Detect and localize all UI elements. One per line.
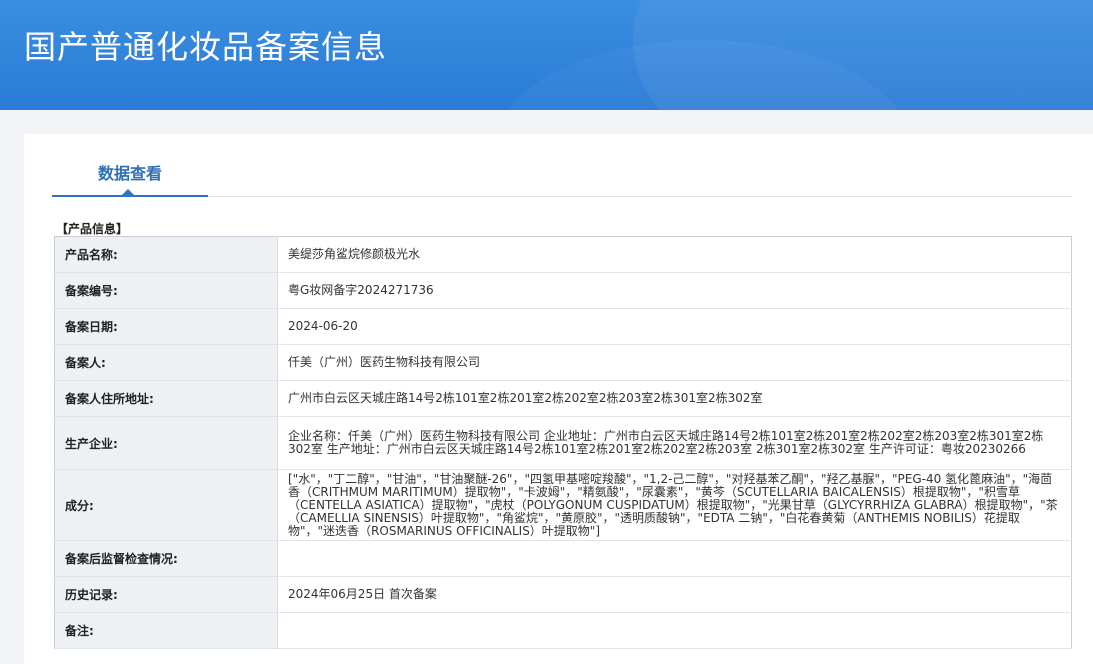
tab-active-underline bbox=[52, 195, 208, 197]
row-value: 企业名称：仟美（广州）医药生物科技有限公司 企业地址：广州市白云区天城庄路14号… bbox=[288, 429, 1044, 456]
row-label: 备注: bbox=[54, 612, 278, 649]
row-value bbox=[278, 613, 1072, 649]
table-row: 备案人: 仟美（广州）医药生物科技有限公司 bbox=[54, 344, 1072, 381]
product-info-table: 产品名称: 美缇莎角鲨烷修颜极光水 备案编号: 粤G妆网备字2024271736… bbox=[54, 236, 1072, 649]
section-title: 【产品信息】 bbox=[56, 222, 129, 236]
row-label: 备案人: bbox=[54, 344, 278, 381]
table-row: 产品名称: 美缇莎角鲨烷修颜极光水 bbox=[54, 236, 1072, 273]
row-label: 生产企业: bbox=[54, 416, 278, 470]
row-value: 仟美（广州）医药生物科技有限公司 bbox=[288, 355, 481, 369]
row-value: 粤G妆网备字2024271736 bbox=[288, 283, 434, 297]
table-row: 备注: bbox=[54, 612, 1072, 649]
row-label: 产品名称: bbox=[54, 236, 278, 273]
table-row: 生产企业: 企业名称：仟美（广州）医药生物科技有限公司 企业地址：广州市白云区天… bbox=[54, 416, 1072, 470]
page-title: 国产普通化妆品备案信息 bbox=[24, 28, 388, 66]
row-value: ["水"，"丁二醇"，"甘油"，"甘油聚醚-26"，"四氢甲基嘧啶羧酸"，"1,… bbox=[288, 471, 1058, 538]
content-panel: 数据查看 【产品信息】 产品名称: 美缇莎角鲨烷修颜极光水 备案编号: 粤G妆网… bbox=[24, 134, 1093, 664]
row-value: 2024年06月25日 首次备案 bbox=[288, 587, 437, 601]
row-label: 备案人住所地址: bbox=[54, 380, 278, 417]
tab-caret-icon bbox=[122, 189, 134, 195]
row-label: 备案编号: bbox=[54, 272, 278, 309]
table-row: 历史记录: 2024年06月25日 首次备案 bbox=[54, 576, 1072, 613]
tab-data-view[interactable]: 数据查看 bbox=[52, 134, 208, 197]
row-label: 备案日期: bbox=[54, 308, 278, 345]
table-row: 备案后监督检查情况: bbox=[54, 540, 1072, 577]
row-label: 历史记录: bbox=[54, 576, 278, 613]
row-label: 成分: bbox=[54, 469, 278, 541]
row-value bbox=[278, 541, 1072, 577]
tab-bar: 数据查看 bbox=[52, 134, 1072, 197]
row-value: 2024-06-20 bbox=[288, 319, 358, 333]
page-header: 国产普通化妆品备案信息 bbox=[0, 0, 1093, 110]
tab-label: 数据查看 bbox=[97, 164, 162, 183]
row-value: 广州市白云区天城庄路14号2栋101室2栋201室2栋202室2栋203室2栋3… bbox=[288, 391, 763, 405]
table-row: 成分: ["水"，"丁二醇"，"甘油"，"甘油聚醚-26"，"四氢甲基嘧啶羧酸"… bbox=[54, 469, 1072, 541]
table-row: 备案编号: 粤G妆网备字2024271736 bbox=[54, 272, 1072, 309]
row-value: 美缇莎角鲨烷修颜极光水 bbox=[288, 247, 421, 261]
table-row: 备案日期: 2024-06-20 bbox=[54, 308, 1072, 345]
table-row: 备案人住所地址: 广州市白云区天城庄路14号2栋101室2栋201室2栋202室… bbox=[54, 380, 1072, 417]
row-label: 备案后监督检查情况: bbox=[54, 540, 278, 577]
